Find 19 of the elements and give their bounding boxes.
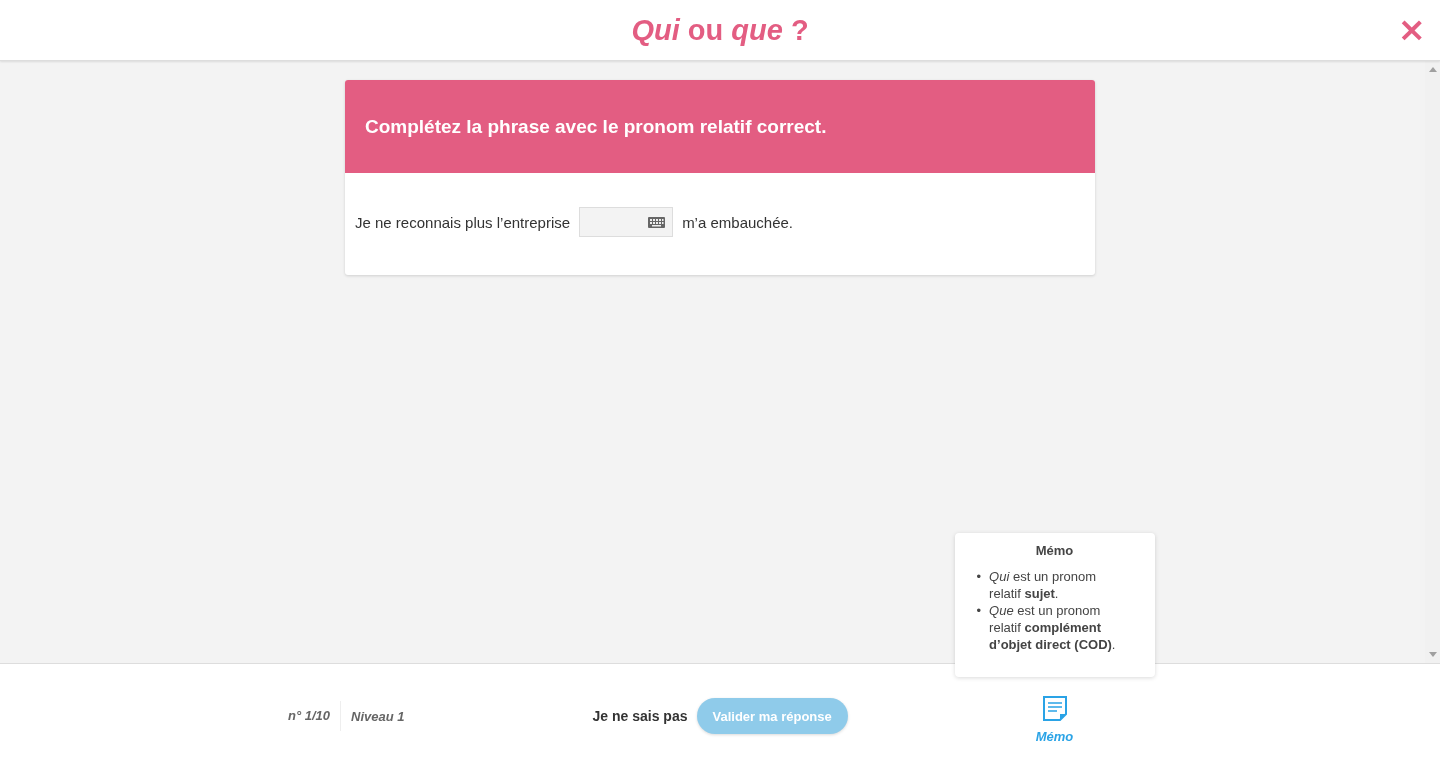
keyboard-icon[interactable] [648, 216, 666, 228]
sentence-text: Je ne reconnais plus l’entreprise [355, 213, 571, 231]
scroll-up-icon[interactable] [1428, 67, 1437, 72]
skip-button[interactable]: Je ne sais pas [592, 708, 688, 724]
memo-item: Que est un pronom relatif complément d’objet direct (COD). [989, 602, 1117, 653]
scroll-down-icon[interactable] [1428, 652, 1437, 657]
close-button[interactable]: × [1395, 12, 1428, 46]
memo-item: Qui est un pronom relatif sujet. [989, 568, 1098, 602]
sentence-text: m’a embauchée. [682, 213, 794, 231]
answer-field[interactable] [579, 207, 674, 237]
level-label: Niveau 1 [350, 708, 405, 724]
instruction-text: Complétez la phrase avec le pronom relatif correct. [365, 115, 827, 138]
question-number: n° 1/10 [288, 701, 342, 731]
note-icon[interactable] [1042, 696, 1067, 721]
bullet: • [976, 568, 982, 586]
bullet: • [976, 602, 982, 620]
memo-button[interactable]: Mémo [1035, 688, 1074, 744]
page-title: Qui ou que ? [631, 13, 809, 47]
memo-title: Mémo [1034, 543, 1075, 558]
